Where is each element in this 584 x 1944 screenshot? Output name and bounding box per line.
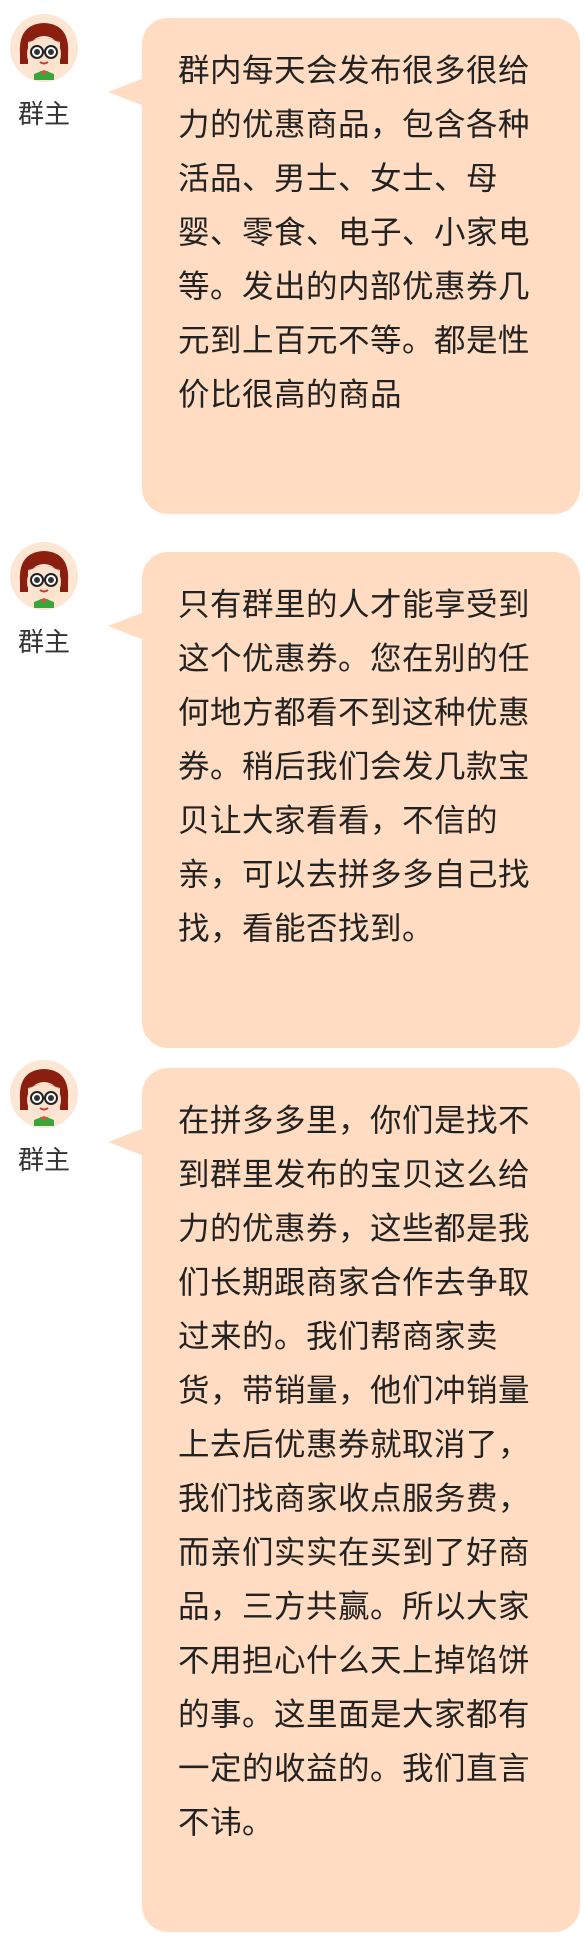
message-text: 在拼多多里，你们是找不到群里发布的宝贝这么给力的优惠券，这些都是我们长期跟商家合… [178,1103,531,1841]
chat-message: 群主 在拼多多里，你们是找不到群里发布的宝贝这么给力的优惠券，这些都是我们长期跟… [0,0,584,1944]
girl-avatar-icon[interactable] [10,1060,78,1128]
bubble-tail [108,1128,144,1156]
sender-name: 群主 [17,1146,70,1176]
message-bubble[interactable]: 在拼多多里，你们是找不到群里发布的宝贝这么给力的优惠券，这些都是我们长期跟商家合… [108,1068,580,1932]
